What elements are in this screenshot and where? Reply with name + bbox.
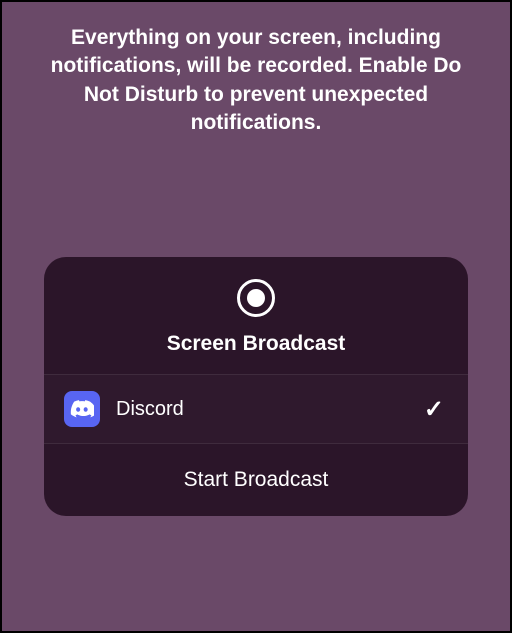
card-header: Screen Broadcast — [44, 257, 468, 374]
warning-text: Everything on your screen, including not… — [2, 2, 510, 137]
record-icon — [237, 279, 275, 317]
broadcast-card: Screen Broadcast Discord ✓ Start Broadca… — [44, 257, 468, 516]
app-name: Discord — [116, 398, 424, 421]
discord-icon — [64, 391, 100, 427]
app-selection-row[interactable]: Discord ✓ — [44, 374, 468, 444]
checkmark-icon: ✓ — [424, 395, 444, 424]
start-broadcast-button[interactable]: Start Broadcast — [44, 444, 468, 516]
card-title: Screen Broadcast — [44, 332, 468, 356]
